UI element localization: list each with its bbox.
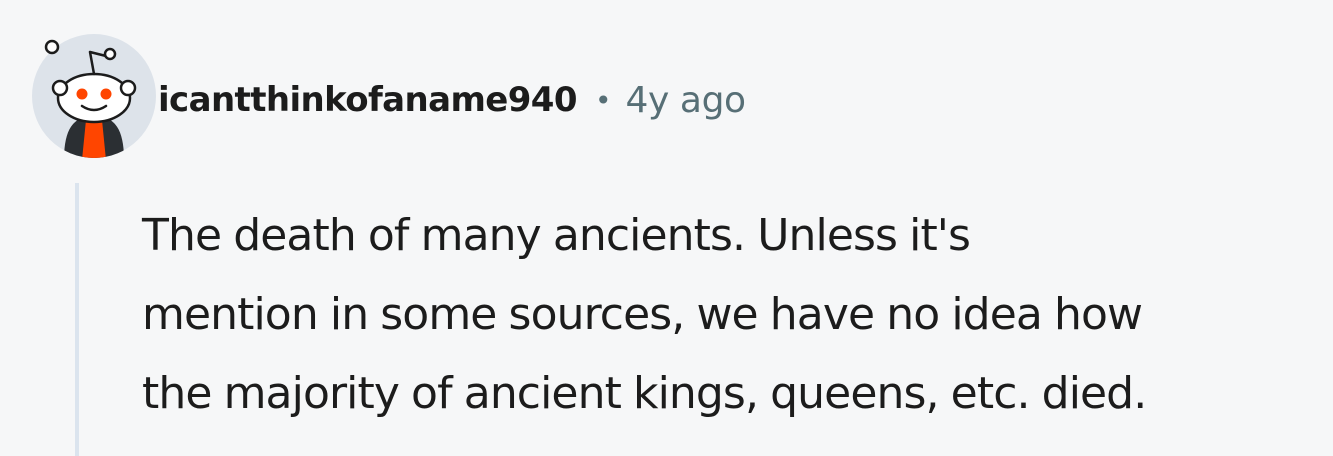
- username-link[interactable]: icantthinkofaname940: [158, 80, 578, 120]
- comment-body-line: mention in some sources, we have no idea…: [142, 289, 1143, 340]
- comment-body-line: the majority of ancient kings, queens, e…: [142, 368, 1147, 419]
- comment-body: The death of many ancients. Unless it's …: [142, 196, 1322, 433]
- separator-dot: •: [594, 83, 612, 117]
- comment-body-line: The death of many ancients. Unless it's: [142, 210, 971, 261]
- user-avatar[interactable]: [30, 32, 158, 160]
- comment: icantthinkofaname940 • 4y ago The death …: [0, 0, 1333, 456]
- thread-collapse-line[interactable]: [75, 183, 79, 456]
- timestamp[interactable]: 4y ago: [625, 80, 746, 121]
- comment-header: icantthinkofaname940 • 4y ago: [158, 72, 746, 128]
- snoo-avatar-icon: [32, 34, 156, 158]
